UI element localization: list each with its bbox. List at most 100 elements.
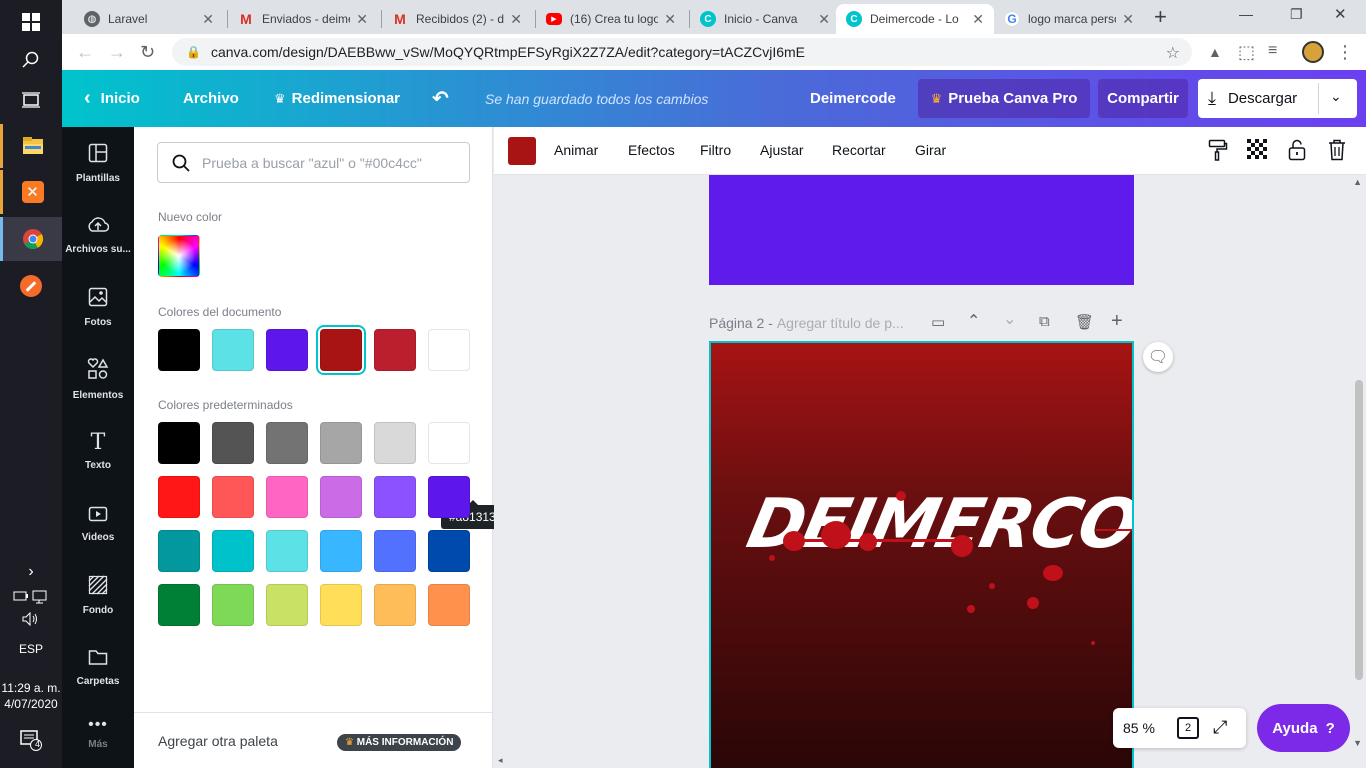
default-color-swatch[interactable] [212,422,254,464]
design-title[interactable]: Deimercode [810,70,896,127]
document-color-swatch[interactable] [266,329,308,371]
resize-button[interactable]: ♛ Redimensionar [274,70,400,127]
transparency-icon[interactable] [1247,139,1267,165]
extensions-icon[interactable]: ⬚ [1238,42,1255,63]
browser-tab[interactable]: G logo marca perso ✕ [994,4,1144,34]
document-color-swatch[interactable] [320,329,362,371]
default-color-swatch[interactable] [428,476,470,518]
zoom-level[interactable]: 85 % [1123,720,1155,736]
sidebar-item-more[interactable]: ••• Más [62,703,134,763]
default-color-swatch[interactable] [428,584,470,626]
logo-text[interactable]: DEIMERCODE [741,485,1132,564]
minimize-icon[interactable]: — [1239,6,1253,22]
close-tab-icon[interactable]: ✕ [1122,11,1134,28]
default-color-swatch[interactable] [428,422,470,464]
close-tab-icon[interactable]: ✕ [510,11,522,28]
page-2-canvas[interactable]: DEIMERCODE [709,341,1134,768]
chrome-icon[interactable] [0,217,62,261]
default-color-swatch[interactable] [374,476,416,518]
new-color-picker[interactable] [158,235,200,277]
scroll-left-icon[interactable]: ◂ [498,755,503,766]
new-tab-icon[interactable]: + [1154,4,1167,30]
color-search[interactable] [157,142,470,183]
document-color-swatch[interactable] [212,329,254,371]
document-color-swatch[interactable] [428,329,470,371]
animate-button[interactable]: Animar [554,142,598,158]
sidebar-item-text[interactable]: T Texto [62,415,134,487]
page-1-canvas[interactable] [709,175,1134,285]
default-color-swatch[interactable] [212,476,254,518]
lock-icon[interactable]: 🔒 [186,45,201,59]
xampp-icon[interactable]: ✕ [0,170,62,214]
canvas-scrollbar[interactable] [1355,380,1363,680]
effects-button[interactable]: Efectos [628,142,675,158]
clock-date[interactable]: 4/07/2020 [0,697,62,711]
chevron-down-icon[interactable]: ⌄ [1003,309,1016,329]
default-color-swatch[interactable] [428,530,470,572]
adjust-button[interactable]: Ajustar [760,142,804,158]
sidebar-item-photos[interactable]: Fotos [62,271,134,343]
close-tab-icon[interactable]: ✕ [972,11,984,28]
task-view-icon[interactable] [0,78,62,122]
page-count-badge[interactable]: 2 [1177,717,1199,739]
search-icon[interactable] [0,38,62,82]
sidebar-item-uploads[interactable]: Archivos su... [62,199,134,271]
home-button[interactable]: ‹ Inicio [84,70,140,127]
close-tab-icon[interactable]: ✕ [818,11,830,28]
restore-icon[interactable]: ❐ [1290,6,1303,23]
default-color-swatch[interactable] [158,584,200,626]
try-pro-button[interactable]: ♛ Prueba Canva Pro [918,79,1090,118]
media-control-icon[interactable]: ≡ [1268,42,1277,60]
extension-drive-icon[interactable]: ▲ [1208,44,1222,60]
sidebar-item-templates[interactable]: Plantillas [62,127,134,199]
add-comment-icon[interactable]: 🗨 [1143,342,1173,372]
current-color-swatch[interactable] [508,137,536,165]
close-tab-icon[interactable]: ✕ [202,11,214,28]
browser-tab[interactable]: M Enviados - deime ✕ [228,4,378,34]
default-color-swatch[interactable] [266,530,308,572]
sidebar-item-folders[interactable]: Carpetas [62,631,134,703]
browser-tab-active[interactable]: C Deimercode - Lo ✕ [836,4,994,34]
sublime-icon[interactable] [0,264,62,308]
default-color-swatch[interactable] [158,422,200,464]
undo-icon[interactable]: ↶ [432,70,449,127]
default-color-swatch[interactable] [212,530,254,572]
color-search-input[interactable] [202,154,462,171]
file-menu[interactable]: Archivo [183,70,239,127]
profile-avatar[interactable] [1302,41,1324,63]
copy-style-icon[interactable] [1208,139,1228,167]
delete-page-icon[interactable]: 🗑 [1075,313,1094,331]
document-color-swatch[interactable] [158,329,200,371]
document-color-swatch[interactable] [374,329,416,371]
default-color-swatch[interactable] [212,584,254,626]
default-color-swatch[interactable] [266,422,308,464]
close-tab-icon[interactable]: ✕ [356,11,368,28]
page-notes-icon[interactable]: ▭ [931,313,945,331]
default-color-swatch[interactable] [320,422,362,464]
default-color-swatch[interactable] [374,422,416,464]
default-color-swatch[interactable] [320,476,362,518]
trash-icon[interactable] [1328,139,1346,167]
default-color-swatch[interactable] [158,530,200,572]
rotate-button[interactable]: Girar [915,142,946,158]
default-color-swatch[interactable] [320,584,362,626]
browser-tab[interactable]: C Inicio - Canva ✕ [690,4,840,34]
address-bar[interactable]: 🔒 canva.com/design/DAEBBww_vSw/MoQYQRtmp… [172,38,1192,66]
close-tab-icon[interactable]: ✕ [664,11,676,28]
more-info-badge[interactable]: ♛ MÁS INFORMACIÓN [337,734,462,751]
chevron-down-icon[interactable]: ⌄ [1330,88,1342,105]
reload-icon[interactable]: ↻ [140,42,155,63]
close-window-icon[interactable]: ✕ [1334,5,1347,23]
crop-button[interactable]: Recortar [832,142,886,158]
language-indicator[interactable]: ESP [0,642,62,656]
default-color-swatch[interactable] [374,584,416,626]
duplicate-page-icon[interactable]: ⧉ [1039,313,1050,330]
default-color-swatch[interactable] [266,584,308,626]
file-explorer-icon[interactable] [0,124,62,168]
browser-tab[interactable]: ◍ Laravel ✕ [74,4,224,34]
default-color-swatch[interactable] [158,476,200,518]
default-color-swatch[interactable] [374,530,416,572]
help-button[interactable]: Ayuda ? [1257,704,1350,752]
fullscreen-icon[interactable]: ⤢ [1213,717,1227,738]
filter-button[interactable]: Filtro [700,142,731,158]
